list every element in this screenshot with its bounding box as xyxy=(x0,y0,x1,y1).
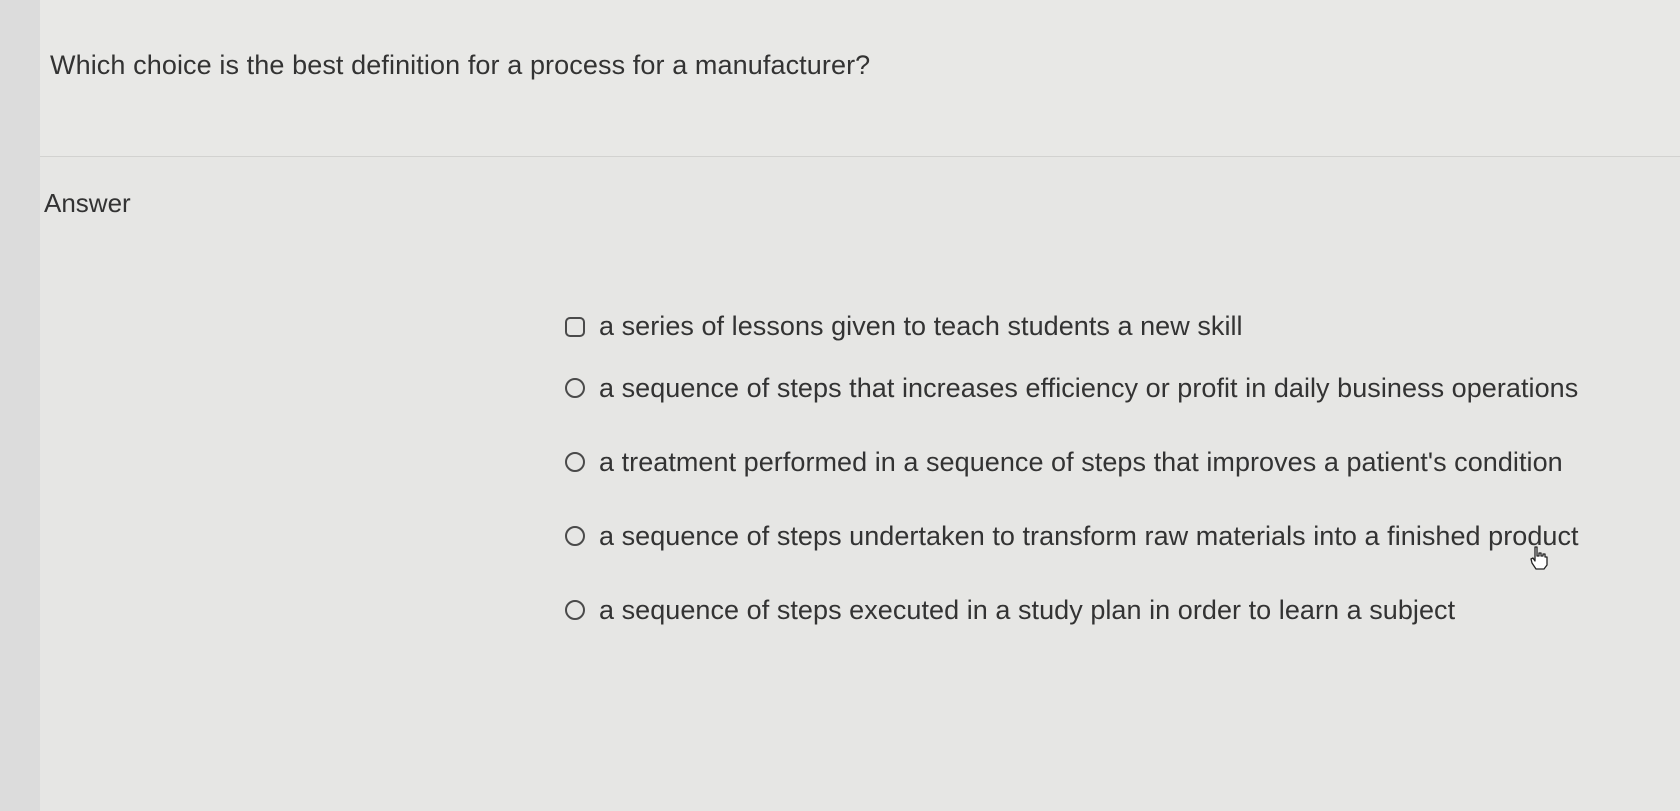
question-area: Which choice is the best definition for … xyxy=(40,0,1680,157)
option-label: a sequence of steps that increases effic… xyxy=(599,372,1579,403)
answer-option-2[interactable]: a sequence of steps that increases effic… xyxy=(565,351,1675,425)
option-label: a treatment performed in a sequence of s… xyxy=(599,446,1563,477)
question-text: Which choice is the best definition for … xyxy=(50,50,871,80)
question-page: Which choice is the best definition for … xyxy=(40,0,1680,811)
option-label: a series of lessons given to teach stude… xyxy=(599,311,1243,341)
radio-button-icon[interactable] xyxy=(565,600,585,620)
answer-options: a series of lessons given to teach stude… xyxy=(565,311,1675,647)
option-label: a sequence of steps undertaken to transf… xyxy=(599,520,1579,551)
radio-button-icon[interactable] xyxy=(565,316,585,337)
radio-button-icon[interactable] xyxy=(565,526,585,546)
option-label: a sequence of steps executed in a study … xyxy=(599,594,1456,625)
radio-button-icon[interactable] xyxy=(565,378,585,398)
radio-button-icon[interactable] xyxy=(565,452,585,472)
answer-option-4[interactable]: a sequence of steps undertaken to transf… xyxy=(565,499,1675,573)
answer-label: Answer xyxy=(44,188,131,218)
answer-option-5[interactable]: a sequence of steps executed in a study … xyxy=(565,573,1675,647)
answer-option-1[interactable]: a series of lessons given to teach stude… xyxy=(565,302,1675,351)
answer-option-3[interactable]: a treatment performed in a sequence of s… xyxy=(565,425,1675,499)
hand-pointer-icon xyxy=(1530,546,1548,570)
